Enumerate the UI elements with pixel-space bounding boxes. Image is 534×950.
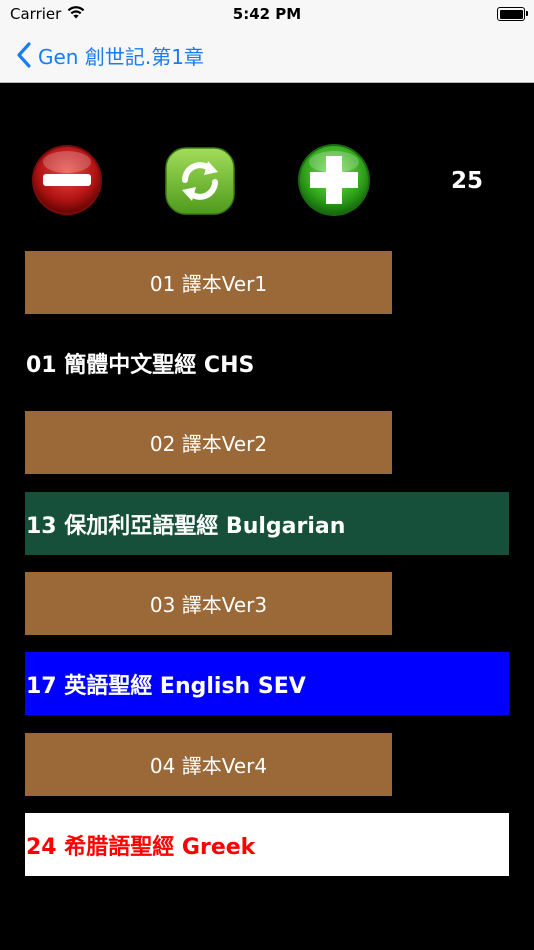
navigation-bar: Gen 創世記.第1章: [0, 28, 534, 83]
refresh-button[interactable]: [164, 146, 236, 216]
back-button[interactable]: Gen 創世記.第1章: [14, 40, 204, 70]
back-label: Gen 創世記.第1章: [38, 44, 204, 69]
item-count: 25: [450, 168, 483, 194]
bible-item-english[interactable]: 17 英語聖經 English SEV: [25, 652, 509, 715]
back-chevron-icon: [17, 42, 31, 68]
toolbar: 25: [0, 142, 534, 218]
remove-button[interactable]: [30, 142, 104, 218]
minus-icon: [43, 174, 91, 186]
version-button-4[interactable]: 04 譯本Ver4: [25, 733, 392, 796]
battery-icon: [497, 7, 528, 21]
status-bar: Carrier 5:42 PM: [0, 0, 534, 28]
version-button-1[interactable]: 01 譯本Ver1: [25, 251, 392, 314]
add-button[interactable]: [296, 142, 372, 218]
bible-item-bulgarian[interactable]: 13 保加利亞語聖經 Bulgarian: [25, 492, 509, 555]
version-button-3[interactable]: 03 譯本Ver3: [25, 572, 392, 635]
bible-item-greek[interactable]: 24 希腊語聖經 Greek: [25, 813, 509, 876]
clock: 5:42 PM: [232, 5, 302, 23]
version-button-2[interactable]: 02 譯本Ver2: [25, 411, 392, 474]
bible-item-chs[interactable]: 01 簡體中文聖經 CHS: [25, 331, 509, 394]
